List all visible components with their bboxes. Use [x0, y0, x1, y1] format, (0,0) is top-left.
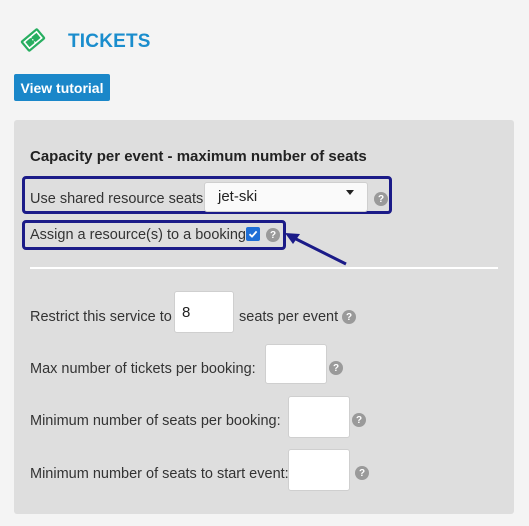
assign-resource-label: Assign a resource(s) to a booking [30, 227, 246, 243]
help-icon[interactable]: ? [342, 310, 356, 324]
min-seats-booking-label: Minimum number of seats per booking: [30, 413, 281, 429]
shared-resource-selected-value: jet-ski [218, 188, 258, 205]
help-icon[interactable]: ? [374, 192, 388, 206]
view-tutorial-button[interactable]: View tutorial [14, 74, 110, 101]
min-seats-start-label: Minimum number of seats to start event: [30, 466, 289, 482]
max-tickets-label: Max number of tickets per booking: [30, 361, 256, 377]
assign-resource-checkbox[interactable] [246, 227, 260, 241]
help-icon[interactable]: ? [355, 466, 369, 480]
help-icon[interactable]: ? [352, 413, 366, 427]
restrict-suffix-label: seats per event [239, 309, 339, 325]
max-tickets-input[interactable] [265, 344, 327, 384]
section-title: Capacity per event - maximum number of s… [30, 148, 367, 165]
help-icon[interactable]: ? [266, 228, 280, 242]
restrict-prefix-label: Restrict this service to [30, 309, 172, 325]
seats-per-event-value: 8 [182, 304, 191, 321]
page-title: TICKETS [68, 31, 151, 52]
shared-resource-label: Use shared resource seats [30, 191, 204, 207]
min-seats-booking-input[interactable] [288, 396, 350, 438]
annotation-arrow-icon [285, 233, 347, 266]
checkmark-icon [248, 230, 258, 238]
chevron-down-icon [346, 190, 354, 195]
min-seats-start-input[interactable] [288, 449, 350, 491]
help-icon[interactable]: ? [329, 361, 343, 375]
divider [30, 267, 498, 269]
ticket-icon [17, 24, 49, 56]
